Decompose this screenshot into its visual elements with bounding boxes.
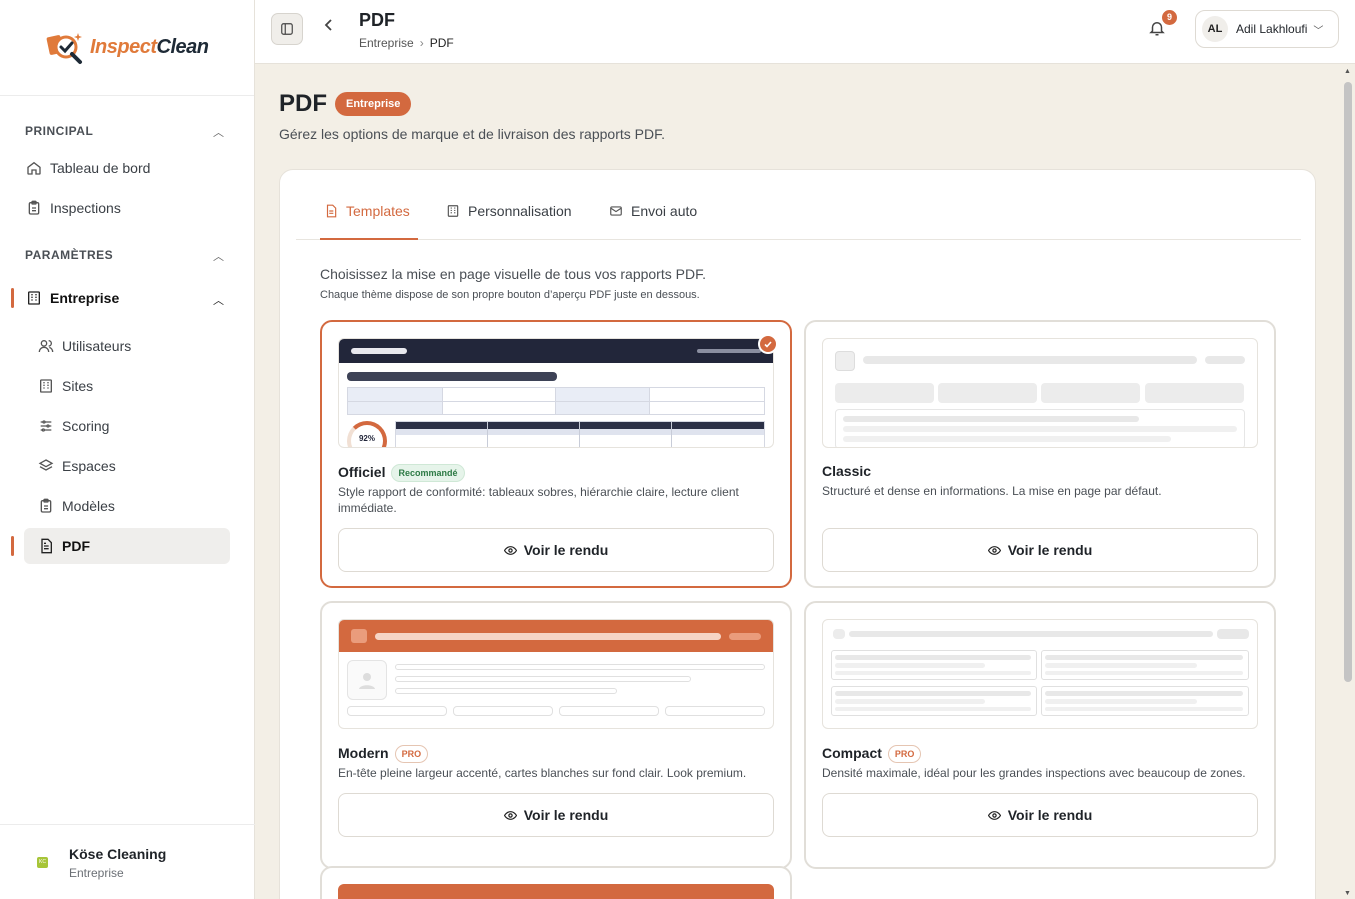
eye-icon xyxy=(503,810,517,820)
template-description: Style rapport de conformité: tableaux so… xyxy=(338,485,739,515)
page-title: PDF xyxy=(279,90,327,117)
clipboard-icon xyxy=(28,200,40,215)
selected-check-icon xyxy=(758,334,778,354)
recommended-badge: Recommandé xyxy=(391,464,465,482)
file-text-icon xyxy=(326,204,337,218)
topbar-title: PDF xyxy=(359,10,395,30)
tab-personnalisation[interactable]: Personnalisation xyxy=(446,203,572,219)
template-name: Compact PRO xyxy=(822,745,922,763)
sidebar-item-utilisateurs[interactable]: Utilisateurs xyxy=(24,328,230,364)
org-switcher[interactable]: KC Köse Cleaning Entreprise xyxy=(0,824,255,899)
eye-icon xyxy=(987,810,1001,820)
user-name: Adil Lakhloufi xyxy=(1236,22,1308,36)
sidebar-item-modeles[interactable]: Modèles xyxy=(24,488,230,524)
view-render-button[interactable]: Voir le rendu xyxy=(822,793,1258,837)
breadcrumb-separator-icon: › xyxy=(419,36,424,50)
template-card-officiel[interactable]: 92% Officiel Recommandé Style rapport de … xyxy=(320,320,792,588)
sidebar: InspectClean PRINCIPAL ︿ Tableau de bord… xyxy=(0,0,255,899)
plan-badge: Entreprise xyxy=(335,92,412,116)
org-name: Köse Cleaning xyxy=(69,846,167,862)
page-description: Gérez les options de marque et de livrai… xyxy=(279,126,665,142)
template-preview-compact xyxy=(822,619,1258,729)
users-icon xyxy=(38,340,54,353)
eye-icon xyxy=(503,545,517,555)
template-card-classic[interactable]: Classic Structuré et dense en informatio… xyxy=(804,320,1276,588)
pdf-settings-panel: Templates Personnalisation Envoi auto Ch… xyxy=(279,169,1316,899)
sidebar-toggle-button[interactable] xyxy=(271,13,303,45)
template-name: Modern PRO xyxy=(338,745,429,763)
org-logo: KC xyxy=(37,857,48,868)
home-icon xyxy=(27,161,41,175)
sidebar-item-dashboard[interactable]: Tableau de bord xyxy=(24,150,230,186)
template-description: Structuré et dense en informations. La m… xyxy=(822,484,1162,498)
view-render-button[interactable]: Voir le rendu xyxy=(338,793,774,837)
template-preview-classic xyxy=(822,338,1258,448)
org-plan: Entreprise xyxy=(69,866,124,880)
pro-badge: PRO xyxy=(887,745,922,763)
pro-badge: PRO xyxy=(394,745,429,763)
template-card-compact[interactable]: Compact PRO Densité maximale, idéal pour … xyxy=(804,601,1276,869)
templates-intro: Choisissez la mise en page visuelle de t… xyxy=(320,266,706,282)
section-parametres: PARAMÈTRES xyxy=(25,248,114,262)
sidebar-toggle-icon xyxy=(281,23,293,35)
scrollbar[interactable]: ▲ ▼ xyxy=(1341,64,1355,899)
tab-envoi-auto[interactable]: Envoi auto xyxy=(609,203,697,219)
sliders-icon xyxy=(40,420,52,432)
template-preview-officiel: 92% xyxy=(338,338,774,448)
file-text-icon xyxy=(41,538,52,554)
notification-count-badge: 9 xyxy=(1162,10,1177,25)
layers-icon xyxy=(38,459,54,471)
template-name: Classic xyxy=(822,463,872,479)
template-description: En-tête pleine largeur accenté, cartes b… xyxy=(338,766,747,780)
back-button[interactable] xyxy=(323,18,335,37)
mail-icon xyxy=(610,206,622,216)
eye-icon xyxy=(987,545,1001,555)
app-logo[interactable]: InspectClean xyxy=(0,0,254,96)
logo-icon xyxy=(46,32,82,64)
scroll-down-icon[interactable]: ▼ xyxy=(1344,890,1351,897)
chevron-down-icon: ﹀ xyxy=(1313,25,1324,37)
building-icon xyxy=(28,291,40,305)
breadcrumb-item[interactable]: Entreprise xyxy=(359,36,414,50)
section-principal: PRINCIPAL xyxy=(25,124,94,138)
chevron-up-icon[interactable]: ︿ xyxy=(213,292,224,308)
topbar: PDF Entreprise › PDF 9 AL Adil Lakhloufi ﹀ xyxy=(255,0,1355,64)
template-preview-modern xyxy=(338,619,774,729)
active-indicator xyxy=(11,288,14,308)
template-name: Officiel Recommandé xyxy=(338,464,465,482)
template-card-modern[interactable]: Modern PRO En-tête pleine largeur accenté… xyxy=(320,601,792,869)
template-description: Densité maximale, idéal pour les grandes… xyxy=(822,766,1246,780)
breadcrumb: Entreprise › PDF xyxy=(359,36,454,50)
building-icon xyxy=(40,379,52,393)
tab-bar: Templates Personnalisation Envoi auto xyxy=(296,170,1301,240)
sidebar-item-sites[interactable]: Sites xyxy=(24,368,230,404)
avatar: AL xyxy=(1202,16,1228,42)
active-indicator xyxy=(11,536,14,556)
template-card-partial[interactable] xyxy=(320,866,792,899)
sidebar-item-inspections[interactable]: Inspections xyxy=(24,190,230,226)
chevron-up-icon[interactable]: ︿ xyxy=(213,124,224,140)
chevron-left-icon xyxy=(324,19,332,31)
template-preview-partial xyxy=(338,884,774,899)
sidebar-item-scoring[interactable]: Scoring xyxy=(24,408,230,444)
tab-templates[interactable]: Templates xyxy=(324,203,410,219)
view-render-button[interactable]: Voir le rendu xyxy=(338,528,774,572)
sidebar-item-espaces[interactable]: Espaces xyxy=(24,448,230,484)
templates-intro-sub: Chaque thème dispose de son propre bouto… xyxy=(320,289,700,301)
sidebar-item-pdf[interactable]: PDF xyxy=(24,528,230,564)
scroll-up-icon[interactable]: ▲ xyxy=(1344,68,1351,75)
view-render-button[interactable]: Voir le rendu xyxy=(822,528,1258,572)
user-menu-button[interactable]: AL Adil Lakhloufi ﹀ xyxy=(1195,10,1339,48)
breadcrumb-current: PDF xyxy=(429,36,454,50)
clipboard-icon xyxy=(40,498,52,513)
app-name: InspectClean xyxy=(90,36,209,58)
sidebar-item-entreprise[interactable]: Entreprise xyxy=(24,280,230,316)
score-label: 92% xyxy=(358,434,375,443)
chevron-up-icon[interactable]: ︿ xyxy=(213,248,224,264)
active-tab-underline xyxy=(320,238,418,240)
scrollbar-thumb[interactable] xyxy=(1344,82,1352,682)
building-icon xyxy=(447,205,459,217)
